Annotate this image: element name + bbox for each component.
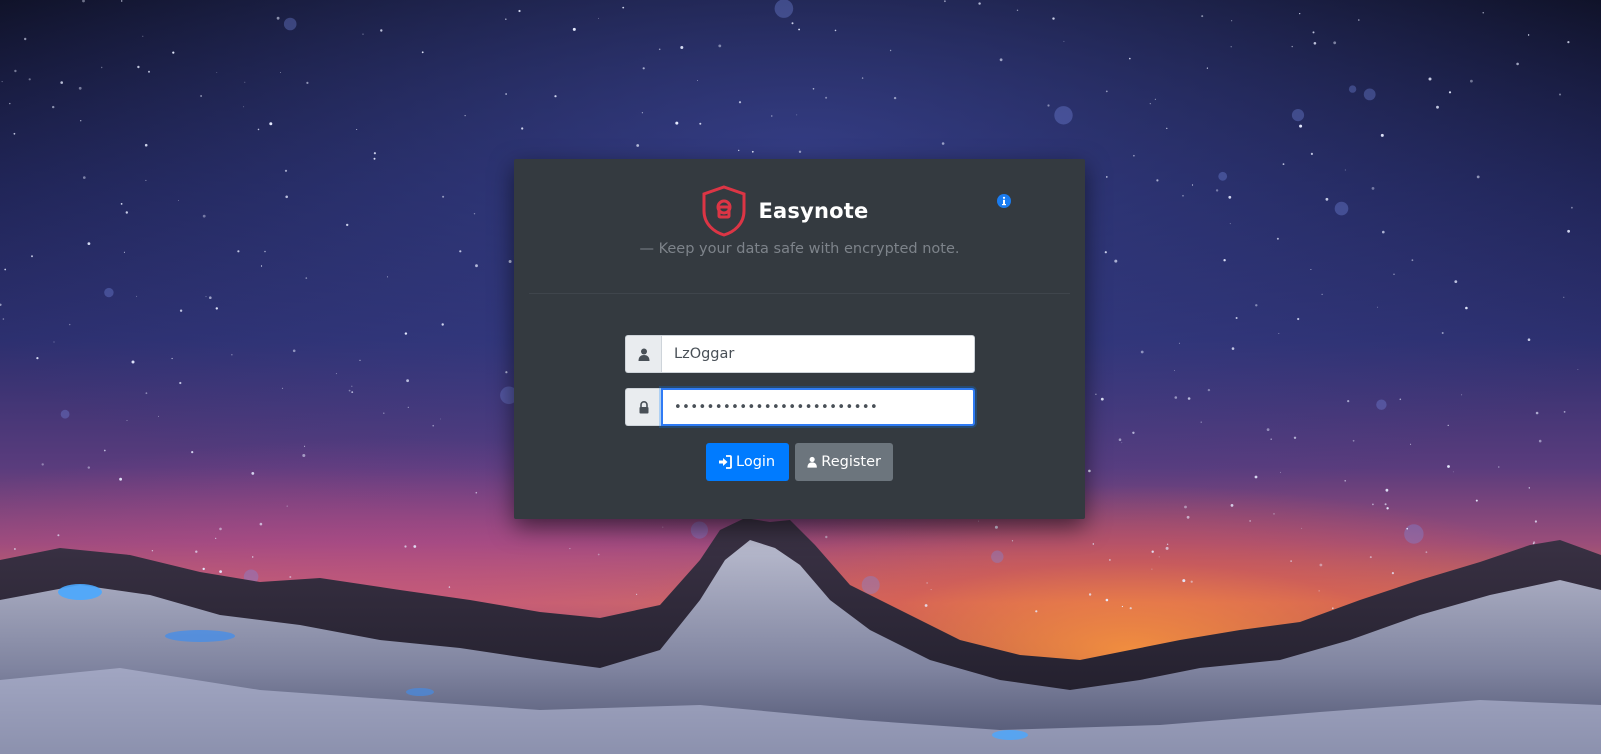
username-input[interactable] [661,335,975,373]
tagline: — Keep your data safe with encrypted not… [639,241,960,257]
divider [529,293,1070,294]
action-buttons: Login Register [514,443,1085,481]
login-button-label: Login [736,454,776,470]
info-circle-icon[interactable] [997,194,1011,208]
shield-lock-icon [702,185,746,237]
user-icon [807,456,817,468]
login-card: Easynote — Keep your data safe with encr… [514,159,1085,519]
register-button-label: Register [821,454,881,470]
sign-in-icon [719,455,732,469]
user-icon [638,348,649,361]
password-input[interactable] [661,388,975,426]
login-button[interactable]: Login [706,443,789,481]
username-group [625,335,975,373]
brand-header: Easynote [514,185,1085,237]
password-group [625,388,975,426]
password-addon [625,388,661,426]
username-addon [625,335,661,373]
register-button[interactable]: Register [795,443,893,481]
app-title: Easynote [758,199,869,223]
lock-icon [639,400,648,413]
